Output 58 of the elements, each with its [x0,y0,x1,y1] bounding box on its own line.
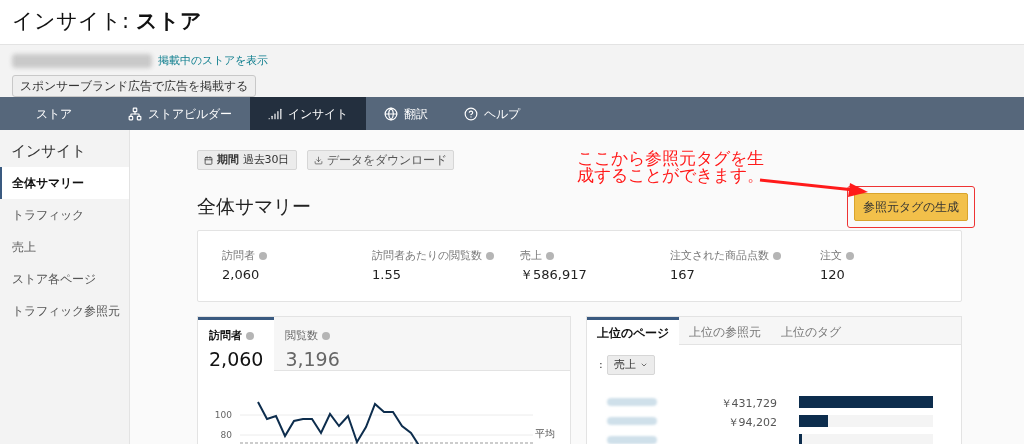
top-tab[interactable]: 上位のタグ [771,317,851,345]
sidebar-item[interactable]: トラフィック参照元 [0,294,129,327]
info-icon [846,252,854,261]
metric-label: 注文された商品点数 [670,248,769,264]
sponsor-ads-button[interactable]: スポンサーブランド広告で広告を掲載する [12,74,256,97]
signal-bars-icon [268,106,282,121]
metric-value: 167 [670,265,696,284]
sales-value: ￥94,202 [727,415,777,429]
generate-tag-button[interactable]: 参照元タグの生成 [854,193,968,221]
average-label: 平均 [535,428,555,439]
info-icon [259,252,267,261]
metric-label: 訪問者 [222,248,255,264]
blurred-text-placeholder [607,397,657,406]
sales-value: ￥431,729 [720,396,777,410]
y-tick-label: 100 [214,410,232,420]
metric-label: 訪問者あたりの閲覧数 [372,248,482,264]
metric-tab[interactable]: 訪問者 2,060 [198,317,275,371]
help-icon [464,106,478,121]
nav-tab[interactable]: ストアビルダー [110,97,250,130]
chevron-down-icon [639,361,648,369]
top-tab[interactable]: 上位のページ [587,317,679,345]
metric-tab[interactable]: 閲覧数 3,196 [274,317,351,371]
info-icon [486,252,494,261]
info-icon [773,252,781,261]
sidebar-item[interactable]: トラフィック [0,198,129,231]
download-button[interactable]: データをダウンロード [306,150,454,170]
nav-tab[interactable]: 翻訳 [366,97,446,130]
page-title: インサイト: ストア [12,8,202,36]
nav-tab[interactable]: ストア [0,97,110,130]
top-tab[interactable]: 上位の参照元 [679,317,771,345]
info-icon [246,332,254,341]
info-icon [546,252,554,261]
metric-value: ￥586,917 [520,265,588,284]
view-store-link[interactable]: 掲載中のストアを表示 [158,53,268,70]
period-button[interactable]: 期間 過去30日 [197,150,297,170]
sidebar-item[interactable]: ストア各ページ [0,262,129,295]
calendar-icon [204,155,213,165]
blurred-text-placeholder [607,416,657,425]
metric-label: 注文 [820,248,842,264]
globe-icon [384,106,398,121]
y-tick-label: 80 [220,430,232,440]
metric-value: 1.55 [372,265,402,284]
nav-tab[interactable]: インサイト [250,97,366,130]
sitemap-icon [128,106,142,121]
blurred-text-placeholder [607,435,657,444]
metric-value: 2,060 [222,265,261,284]
sidebar-title: インサイト [10,141,87,162]
nav-tab[interactable]: ヘルプ [446,97,538,130]
sort-select[interactable]: 売上 [606,355,655,375]
download-icon [313,155,323,165]
sort-prefix: : [599,356,603,373]
info-icon [322,332,331,341]
sidebar-item[interactable]: 全体サマリー [0,166,129,199]
section-title: 全体サマリー [197,193,311,219]
annotation-text: ここから参照元タグを生成することができます。 [577,150,764,184]
metric-label: 売上 [520,248,542,264]
metric-value: 120 [820,265,846,284]
sidebar-item[interactable]: 売上 [0,230,129,263]
